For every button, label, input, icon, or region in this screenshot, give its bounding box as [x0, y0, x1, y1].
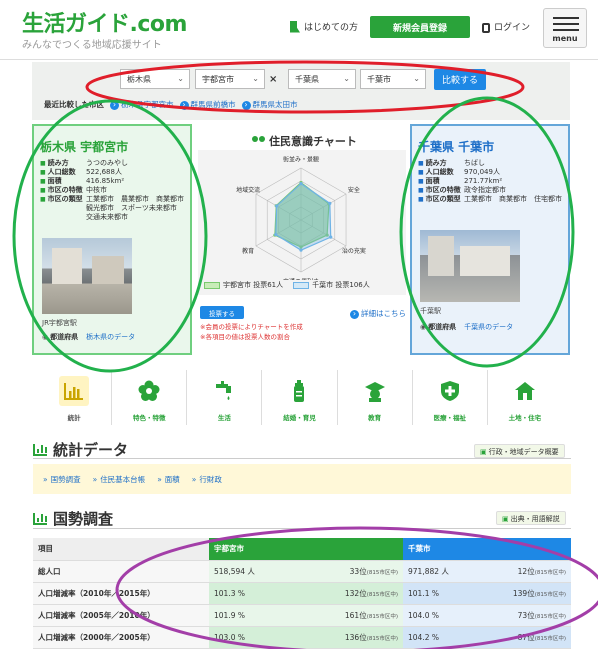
city-b-select[interactable]: 千葉市 ⌄: [360, 69, 426, 89]
people-icon: [252, 136, 266, 146]
login-label: ログイン: [494, 23, 531, 33]
legend-item-a: 宇都宮市 投票61人: [204, 280, 283, 290]
radar-point-b-3: [329, 235, 333, 239]
recent-link-2[interactable]: 群馬県前橋市: [180, 99, 236, 110]
city-a-pref-link[interactable]: 栃木県のデータ: [86, 332, 135, 342]
stats-link-resident-register[interactable]: 住民基本台帳: [93, 474, 145, 485]
beginner-mark-icon: [290, 20, 300, 33]
faucet-icon: [216, 381, 232, 400]
chevron-down-icon: ⌄: [252, 74, 259, 83]
city-a-title: 栃木県 宇都宮市: [40, 140, 129, 154]
chevron-down-icon: ⌄: [343, 74, 350, 83]
city-a-photo-caption: JR宇都宮駅: [42, 319, 77, 327]
versus-mark: ×: [269, 74, 278, 85]
table-row: 人口増減率（2000年／2005年） 103.0 % 136位(815市区中) …: [33, 626, 571, 649]
graduation-icon: [364, 382, 385, 402]
menu-label: menu: [552, 34, 578, 43]
chevron-down-icon: ⌄: [413, 74, 420, 83]
city-b-pref-row: 都道府県 千葉県のデータ: [420, 322, 513, 332]
vote-button[interactable]: 投票する: [200, 306, 244, 319]
baby-bottle-icon: [294, 380, 305, 402]
pref-b-select[interactable]: 千葉県 ⌄: [288, 69, 356, 89]
chevron-down-icon: ⌄: [177, 74, 184, 83]
city-b-photo: [420, 230, 520, 302]
compare-button[interactable]: 比較する: [434, 69, 486, 90]
stats-subnav: 国勢調査 住民基本台帳 面積 行財政: [33, 464, 571, 494]
radar-axis-label-5: 教育: [242, 247, 254, 255]
category-features[interactable]: 特色・特徴: [112, 370, 188, 425]
category-life[interactable]: 生活: [187, 370, 263, 425]
bar-chart-icon: [33, 512, 47, 525]
recent-label: 最近比較した市区: [44, 100, 104, 109]
census-table: 項目 宇都宮市 千葉市 総人口 518,594 人 33位(815市区中) 97…: [33, 538, 571, 649]
table-row: 人口増減率（2010年／2015年） 101.3 % 132位(815市区中) …: [33, 582, 571, 605]
radar-point-b-4: [299, 248, 303, 252]
login-link[interactable]: ログイン: [482, 20, 530, 33]
bar-chart-icon: [33, 443, 47, 456]
house-icon: [514, 382, 535, 400]
table-header-row: 項目 宇都宮市 千葉市: [33, 538, 571, 561]
recent-compares: 最近比較した市区 栃木県宇都宮市 群馬県前橋市 群馬県太田市: [44, 99, 298, 110]
radar-chart: 街並み・景観安全治の充実交通の便利さ教育地域交流: [198, 150, 406, 295]
radar-axis-label-2: 安全: [348, 186, 360, 194]
category-medical-welfare[interactable]: 医療・福祉: [413, 370, 488, 425]
city-b-card: 千葉県 千葉市 読み方ちばし 人口総数970,049人 面積271.77km² …: [410, 124, 570, 355]
radar-point-b-5: [274, 232, 278, 237]
category-land-housing[interactable]: 土地・住宅: [488, 370, 562, 425]
first-time-link[interactable]: はじめての方: [290, 20, 358, 33]
city-b-photo-caption: 千葉駅: [420, 307, 441, 315]
table-row: 人口増減率（2005年／2010年） 101.9 % 161位(815市区中) …: [33, 604, 571, 627]
legend-item-b: 千葉市 投票106人: [293, 280, 370, 290]
stats-section-title: 統計データ: [33, 439, 128, 460]
radar-chart-svg: 街並み・景観安全治の充実交通の便利さ教育地域交流: [236, 156, 366, 281]
pref-a-select[interactable]: 栃木県 ⌄: [120, 69, 190, 89]
city-b-pref-link[interactable]: 千葉県のデータ: [464, 322, 513, 332]
site-logo[interactable]: 生活ガイド.com: [22, 6, 187, 38]
first-time-label: はじめての方: [304, 23, 359, 33]
city-a-card: 栃木県 宇都宮市 読み方うつのみやし 人口総数522,688人 面積416.85…: [32, 124, 192, 355]
menu-button[interactable]: menu: [543, 8, 587, 48]
city-a-info: 読み方うつのみやし 人口総数522,688人 面積416.85km² 市区の特徴…: [40, 159, 191, 222]
medical-cross-icon: [440, 381, 459, 401]
compare-bar: 栃木県⌄ 宇都宮市⌄ × 千葉県⌄ 千葉市⌄ 比較する 最近比較した市区 栃木県…: [32, 62, 570, 120]
stats-link-area[interactable]: 面積: [157, 474, 180, 485]
radar-point-b-2: [328, 201, 332, 205]
category-education[interactable]: 教育: [338, 370, 413, 425]
site-tagline: みんなでつくる地域応援サイト: [22, 40, 162, 51]
recent-link-3[interactable]: 群馬県太田市: [242, 99, 298, 110]
radar-axis-label-1: 街並み・景観: [283, 156, 319, 164]
radar-axis-label-3: 治の充実: [342, 247, 366, 255]
radar-point-b-6: [275, 204, 279, 208]
city-a-photo: [42, 238, 132, 314]
recent-link-1[interactable]: 栃木県宇都宮市: [110, 99, 174, 110]
bar-chart-icon: [64, 383, 84, 400]
census-section-title: 国勢調査: [33, 508, 113, 529]
radar-detail-link[interactable]: 詳細はこちら: [350, 308, 406, 319]
city-a-select[interactable]: 宇都宮市 ⌄: [195, 69, 265, 89]
city-a-pref-row: 都道府県 栃木県のデータ: [42, 332, 135, 342]
category-nav: 統計 特色・特徴 生活 結婚・育児 教育 医療・福祉 土地・住宅: [37, 370, 562, 425]
site-header: 生活ガイド.com みんなでつくる地域応援サイト はじめての方 新規会員登録 ロ…: [0, 0, 598, 60]
flower-icon: [138, 380, 160, 401]
register-button[interactable]: 新規会員登録: [370, 16, 470, 38]
lock-icon: [482, 22, 490, 33]
source-glossary-link[interactable]: 出典・用語解説: [496, 511, 566, 525]
table-row: 総人口 518,594 人 33位(815市区中) 971,882 人 12位(…: [33, 560, 571, 583]
category-stats[interactable]: 統計: [37, 370, 113, 425]
category-marriage-childcare[interactable]: 結婚・育児: [262, 370, 338, 425]
stats-link-finance[interactable]: 行財政: [192, 474, 222, 485]
radar-axis-label-6: 地域交流: [236, 186, 260, 194]
radar-legend: 宇都宮市 投票61人 千葉市 投票106人: [204, 280, 370, 290]
city-b-info: 読み方ちばし 人口総数970,049人 面積271.77km² 市区の特徴政令指…: [418, 159, 564, 204]
city-b-title: 千葉県 千葉市: [418, 140, 495, 154]
admin-data-overview-link[interactable]: 行政・地域データ概要: [474, 444, 565, 458]
hamburger-icon: [553, 17, 579, 19]
radar-point-b-1: [299, 182, 303, 186]
radar-notes: ※会員の投票によりチャートを作成 ※各項目の値は投票人数の割合: [200, 323, 303, 341]
radar-chart-title: 住民意識チャート: [252, 133, 357, 149]
stats-link-census[interactable]: 国勢調査: [43, 474, 81, 485]
